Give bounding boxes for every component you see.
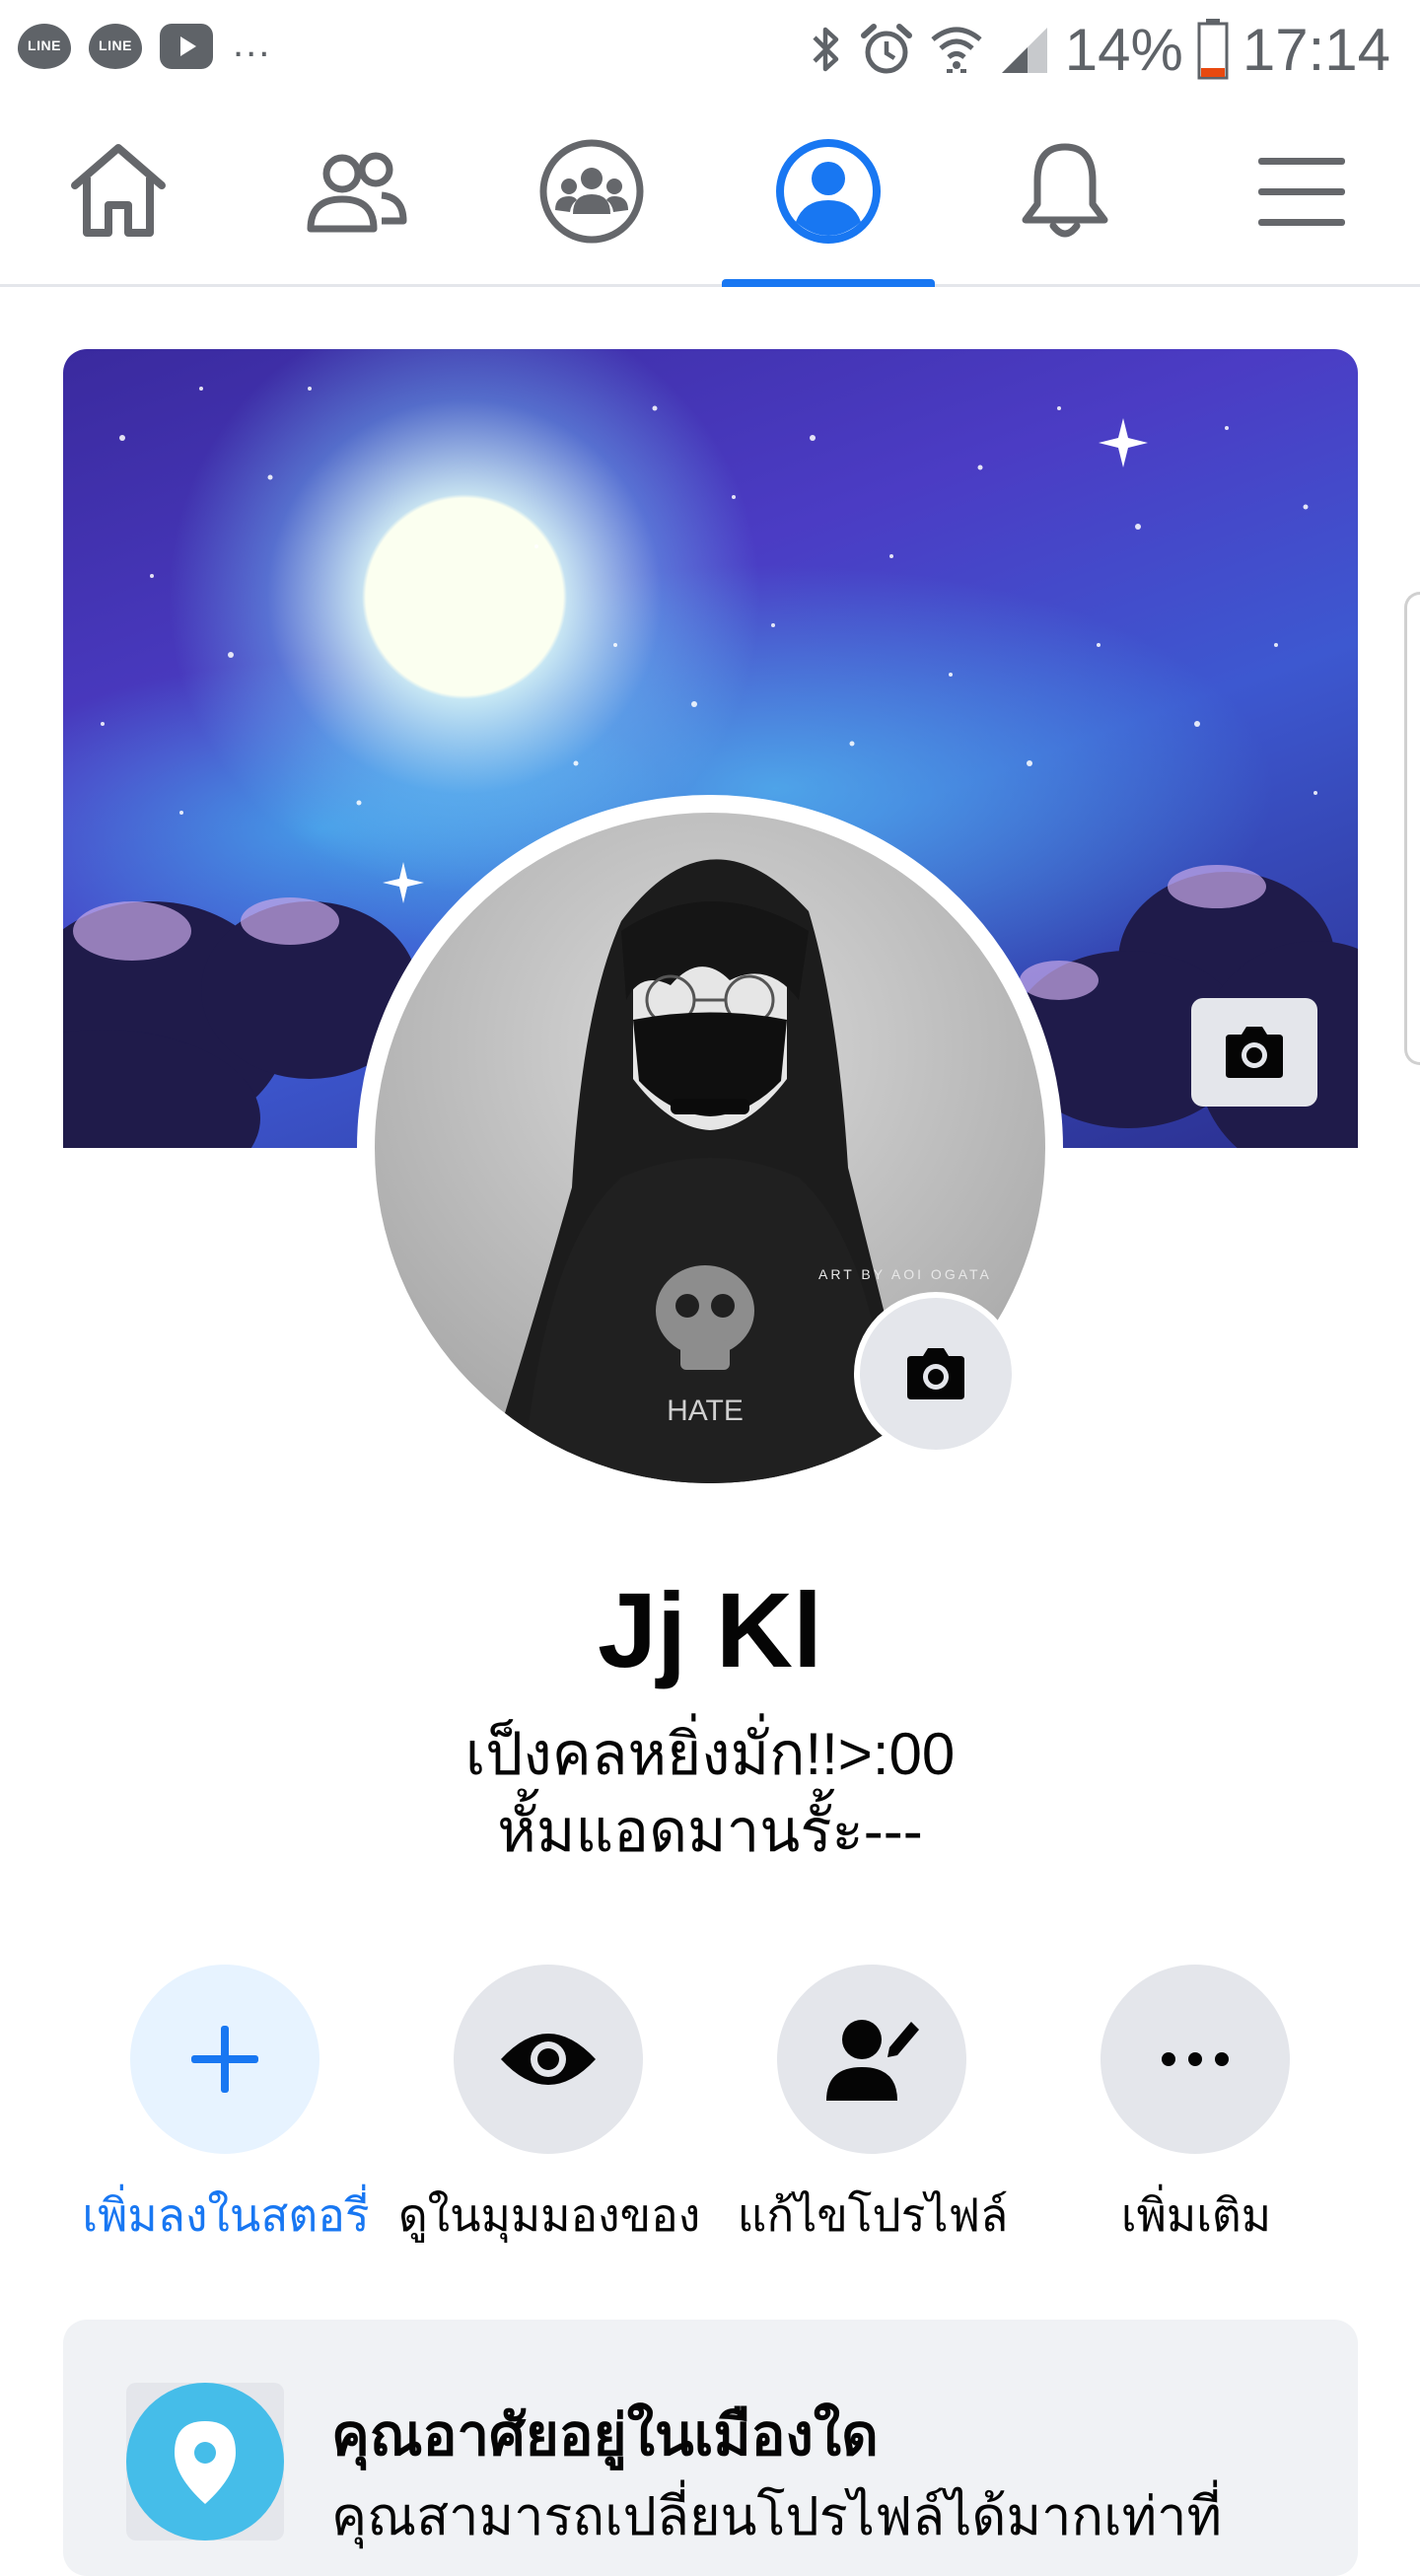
alarm-icon (860, 24, 912, 74)
view-as-label: ดูในมุมมองของ (397, 2189, 701, 2241)
add-to-story-circle (130, 1965, 320, 2154)
location-icon-tile (126, 2383, 284, 2540)
line-icon: LINE (18, 24, 71, 69)
profile-name: Jj Kl (597, 1570, 823, 1689)
profile-bio: เป็งคลหยิ่งมั่ก!!>:00 หั้มแอดมานรั้ะ--- (0, 1716, 1420, 1870)
more-options-circle (1100, 1965, 1290, 2154)
bluetooth-icon (813, 27, 838, 72)
add-to-story-label: เพิ่มลงในสตอรี่ (82, 2189, 370, 2241)
battery-icon (1197, 19, 1229, 80)
edit-profile-label: แก้ไขโปรไฟล์ (737, 2189, 1009, 2241)
clock: 17:14 (1242, 16, 1390, 83)
more-notifications: ... (233, 22, 272, 65)
camera-icon (907, 1348, 964, 1399)
plus-icon (191, 2026, 258, 2093)
home-icon (71, 144, 166, 237)
line-icon: LINE (89, 24, 142, 69)
edit-profile-picture-button[interactable] (854, 1292, 1018, 1456)
artist-credit: ART BY AOI OGATA (818, 1266, 992, 1282)
shirt-text: HATE (667, 1395, 744, 1427)
tab-groups[interactable] (485, 99, 698, 284)
location-pin-icon (126, 2383, 284, 2540)
add-to-story-button[interactable]: เพิ่มลงในสตอรี่ (63, 1963, 389, 2258)
more-icon (1162, 2052, 1229, 2066)
view-as-button[interactable]: ดูในมุมมองของ (387, 1963, 712, 2258)
bio-line: หั้มแอดมานรั้ะ--- (497, 1798, 923, 1864)
tab-home[interactable] (12, 99, 225, 284)
edit-profile-button[interactable]: แก้ไขโปรไฟล์ (710, 1963, 1035, 2258)
top-navigation (0, 99, 1420, 287)
edit-profile-icon (826, 2020, 919, 2101)
tab-friends[interactable] (248, 99, 462, 284)
more-options-label: เพิ่มเติม (1120, 2189, 1272, 2241)
edit-profile-circle (777, 1965, 966, 2154)
bell-icon (1022, 143, 1108, 238)
active-tab-indicator (722, 279, 935, 287)
battery-percent: 14% (1064, 16, 1183, 83)
wifi-icon (931, 27, 982, 73)
camera-icon (1226, 1027, 1283, 1078)
city-prompt-title: คุณอาศัยอยู่ในเมืองใด (331, 2403, 879, 2468)
eye-icon (501, 2034, 596, 2085)
youtube-icon (160, 24, 213, 69)
signal-icon (1001, 28, 1047, 73)
more-options-button[interactable]: เพิ่มเติม (1033, 1963, 1359, 2258)
status-bar: LINE LINE ... 14% 17:14 (0, 0, 1420, 99)
edge-scroll-handle (1404, 592, 1420, 1065)
view-as-circle (454, 1965, 643, 2154)
tab-menu[interactable] (1195, 99, 1408, 284)
groups-icon (539, 139, 644, 244)
tab-profile[interactable] (722, 99, 935, 287)
menu-icon (1258, 158, 1345, 226)
city-prompt-description: คุณสามารถเปลี่ยนโปรไฟล์ได้มากเท่าที่ (331, 2487, 1223, 2546)
bio-line: เป็งคลหยิ่งมั่ก!!>:00 (464, 1721, 956, 1787)
tab-notifications[interactable] (958, 99, 1172, 284)
edit-cover-photo-button[interactable] (1191, 998, 1317, 1107)
profile-icon (776, 139, 881, 244)
friends-icon (307, 152, 407, 233)
